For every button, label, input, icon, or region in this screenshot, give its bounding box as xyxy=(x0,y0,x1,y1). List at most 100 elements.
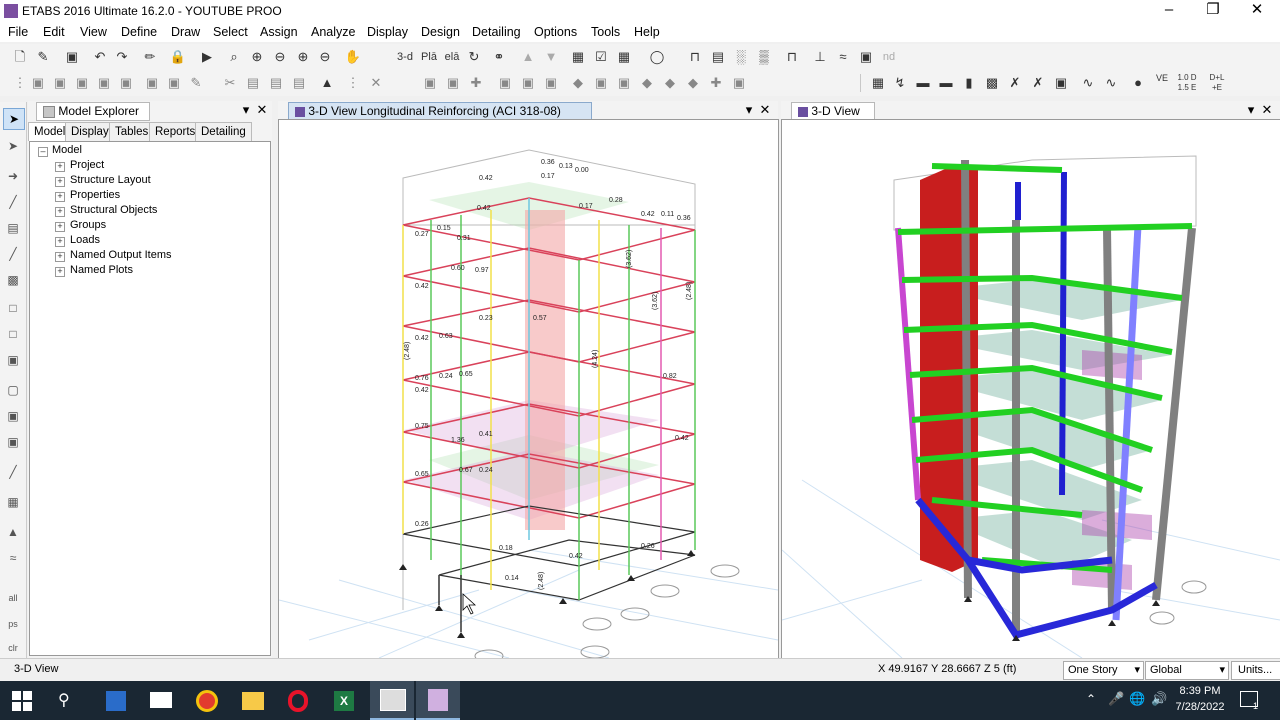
set-display-options-icon[interactable]: ☑ xyxy=(591,47,611,67)
draw-spring-tool-icon[interactable]: ≈ xyxy=(3,548,23,568)
frame-rotation-icon[interactable]: ✗ xyxy=(1028,73,1048,93)
ve-combo-button[interactable]: VE xyxy=(1152,73,1172,93)
perspective-icon[interactable]: ⚭ xyxy=(489,47,509,67)
tree-item-properties[interactable]: Properties xyxy=(70,189,120,201)
draw-frame-tool-icon[interactable]: ╱ xyxy=(3,192,23,212)
pointer-tool-icon[interactable]: ➤ xyxy=(3,108,25,130)
tree-expand-icon[interactable]: + xyxy=(55,252,65,262)
tree-expand-icon[interactable]: + xyxy=(55,237,65,247)
wall-design-icon[interactable]: ▮ xyxy=(959,73,979,93)
mail-icon[interactable] xyxy=(150,692,172,708)
draw-link-icon[interactable]: ▣ xyxy=(72,73,92,93)
local-axes-icon[interactable]: ▣ xyxy=(1051,73,1071,93)
save-icon[interactable]: ▣ xyxy=(62,47,82,67)
story-select-dropdown[interactable]: One Story ▾ xyxy=(1063,661,1144,680)
beam-design-icon[interactable]: ▬ xyxy=(913,73,933,93)
draw-opening-tool-icon[interactable]: ▣ xyxy=(3,350,23,370)
down-one-level-icon[interactable]: ▼ xyxy=(541,47,561,67)
reshape-tool-icon[interactable]: ➤ xyxy=(3,136,23,156)
paste-icon[interactable]: ▤ xyxy=(266,73,286,93)
maximize-button[interactable]: ❐ xyxy=(1190,0,1236,22)
menu-design[interactable]: Design xyxy=(421,25,460,39)
assign-joint-icon[interactable]: ▣ xyxy=(142,73,162,93)
coord-system-dropdown[interactable]: Global ▾ xyxy=(1145,661,1229,680)
select-all-icon[interactable]: ▲ xyxy=(317,73,337,93)
draw-area-tool-icon[interactable]: □ xyxy=(3,324,23,344)
frame-forces-icon[interactable]: ⊓ xyxy=(782,47,802,67)
tree-expand-icon[interactable]: + xyxy=(55,192,65,202)
explorer-menu-dropdown-icon[interactable]: ▾ xyxy=(239,102,253,118)
zoom-fit-icon[interactable]: ⊕ xyxy=(293,47,313,67)
lock-icon[interactable]: 🔒 xyxy=(168,47,188,67)
tree-expand-icon[interactable]: + xyxy=(55,177,65,187)
view2-close-icon[interactable]: ✕ xyxy=(1260,102,1274,118)
tree-item-groups[interactable]: Groups xyxy=(70,219,106,231)
snap-line-icon[interactable]: ▣ xyxy=(541,73,561,93)
draw-tendon-tool-icon[interactable]: ▲ xyxy=(3,522,23,542)
zoom-out-icon[interactable]: ⊖ xyxy=(270,47,290,67)
tree-expand-icon[interactable]: + xyxy=(55,162,65,172)
draw-floor-tool-icon[interactable]: □ xyxy=(3,298,23,318)
zoom-window-icon[interactable]: ⌕ xyxy=(224,47,244,67)
tree-expand-icon[interactable]: + xyxy=(55,207,65,217)
menu-assign[interactable]: Assign xyxy=(260,25,298,39)
store-icon[interactable] xyxy=(106,691,126,711)
microphone-icon[interactable]: 🎤 xyxy=(1108,691,1124,707)
deselect-icon[interactable]: ✕ xyxy=(366,73,386,93)
open-file-icon[interactable]: ✎ xyxy=(33,47,53,67)
object-shrink-icon[interactable]: ▦ xyxy=(568,47,588,67)
view1-canvas[interactable]: 0.36 0.13 0.00 0.42 0.17 0.42 0.28 0.17 … xyxy=(278,119,779,663)
tree-root-model[interactable]: Model xyxy=(52,144,82,156)
3d-view-button[interactable]: 3-d xyxy=(394,47,416,67)
tree-item-loads[interactable]: Loads xyxy=(70,234,100,246)
section-designer-icon[interactable]: ▦ xyxy=(868,73,888,93)
redo-icon[interactable]: ↷ xyxy=(112,47,132,67)
load-combo-button-1[interactable]: 1.0 D 1.5 E xyxy=(1174,73,1200,93)
menu-edit[interactable]: Edit xyxy=(43,25,65,39)
joint-reactions-icon[interactable]: ⊥ xyxy=(810,47,830,67)
undo-icon[interactable]: ↶ xyxy=(90,47,110,67)
replicate-icon[interactable]: ▣ xyxy=(591,73,611,93)
menu-analyze[interactable]: Analyze xyxy=(311,25,355,39)
draw-dimension-tool-icon[interactable]: ▣ xyxy=(3,406,23,426)
pencil-icon[interactable]: ✏ xyxy=(140,47,160,67)
excel-icon[interactable]: X xyxy=(334,691,354,711)
snap-mid-icon[interactable]: ✚ xyxy=(466,73,486,93)
tree-collapse-icon[interactable]: – xyxy=(38,147,48,157)
elevation-view-button[interactable]: elā xyxy=(441,47,463,67)
tree-item-project[interactable]: Project xyxy=(70,159,104,171)
design-icon[interactable]: ▣ xyxy=(856,47,876,67)
copy-icon[interactable]: ▤ xyxy=(243,73,263,93)
menu-tools[interactable]: Tools xyxy=(591,25,620,39)
snap-point-icon[interactable]: ▣ xyxy=(420,73,440,93)
pan-icon[interactable]: ✋ xyxy=(343,47,363,67)
edit-grid-icon[interactable]: ▣ xyxy=(729,73,749,93)
draw-point-icon[interactable]: ▣ xyxy=(28,73,48,93)
frame-releases-icon[interactable]: ✗ xyxy=(1005,73,1025,93)
menu-draw[interactable]: Draw xyxy=(171,25,200,39)
select-all-tool-icon[interactable]: all xyxy=(3,588,23,608)
draw-column-tool-icon[interactable]: ▤ xyxy=(3,218,23,238)
snap-intersection-icon[interactable]: ▣ xyxy=(495,73,515,93)
tree-expand-icon[interactable]: + xyxy=(55,267,65,277)
draw-brace-tool-icon[interactable]: ╱ xyxy=(3,244,23,264)
menu-view[interactable]: View xyxy=(80,25,107,39)
up-one-level-icon[interactable]: ▲ xyxy=(518,47,538,67)
show-hidden-icons-icon[interactable]: ⌃ xyxy=(1086,692,1096,706)
snap-perpendicular-icon[interactable]: ▣ xyxy=(518,73,538,93)
minimize-button[interactable]: – xyxy=(1146,0,1192,22)
join-icon[interactable]: ◆ xyxy=(683,73,703,93)
brace-icon[interactable]: ▩ xyxy=(982,73,1002,93)
draw-wall-icon[interactable]: ▣ xyxy=(116,73,136,93)
plan-view-button[interactable]: Plā xyxy=(418,47,440,67)
tab-reports[interactable]: Reports xyxy=(149,122,202,142)
delete-icon[interactable]: ▤ xyxy=(289,73,309,93)
view1-menu-dropdown-icon[interactable]: ▾ xyxy=(742,102,756,118)
nd-button[interactable]: nd xyxy=(879,47,899,67)
windows-start-icon[interactable] xyxy=(12,691,32,711)
tab-display[interactable]: Display xyxy=(65,122,115,142)
clock-time[interactable]: 8:39 PM xyxy=(1176,685,1224,697)
time-history-icon[interactable]: ∿ xyxy=(1101,73,1121,93)
menu-file[interactable]: File xyxy=(8,25,28,39)
mass-source-icon[interactable]: ● xyxy=(1128,73,1148,93)
